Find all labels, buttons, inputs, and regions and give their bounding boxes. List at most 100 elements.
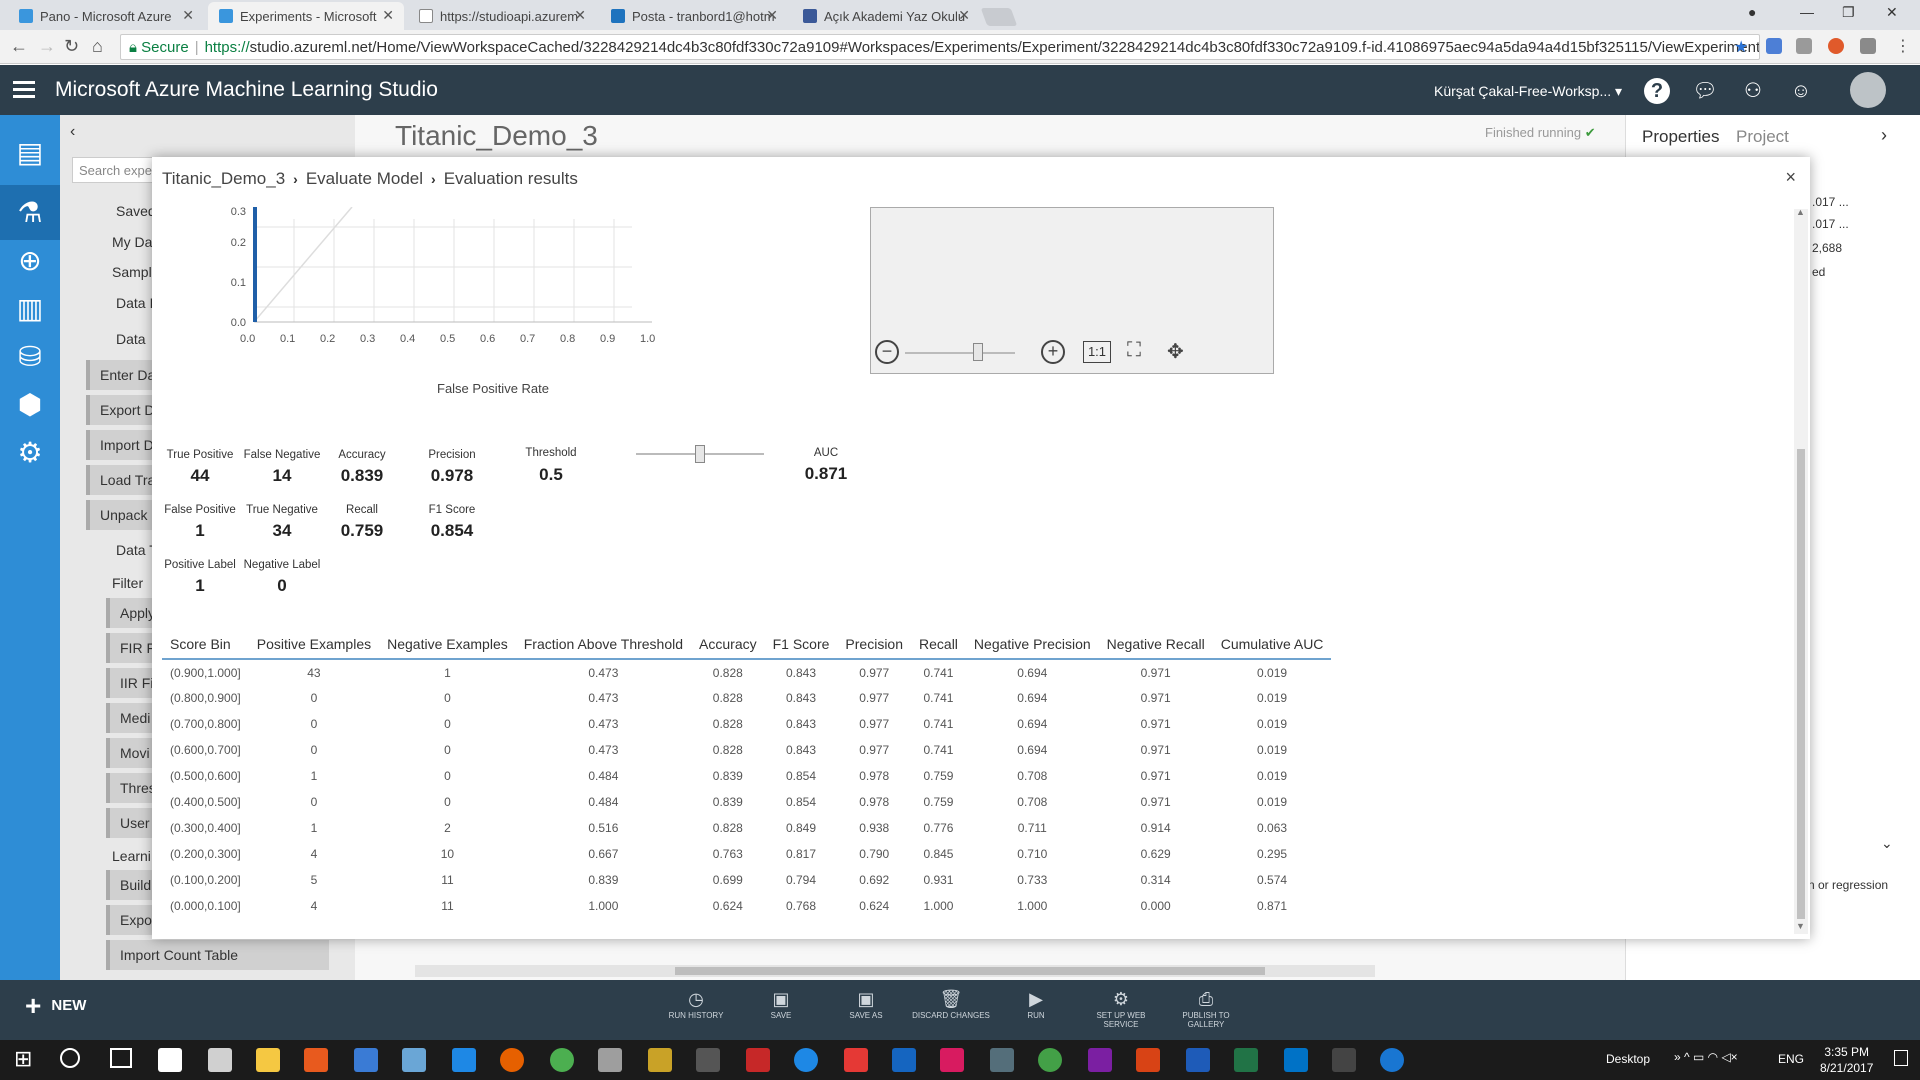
notifications-icon[interactable] — [1894, 1050, 1908, 1066]
browser-tab-pano[interactable]: Pano - Microsoft Azure ✕ — [8, 2, 204, 30]
maximize-icon[interactable]: ❐ — [1842, 4, 1855, 21]
chevron-right-icon[interactable]: › — [1881, 125, 1887, 146]
settings-gear-icon[interactable]: ⚙ — [12, 435, 48, 471]
fit-to-screen-icon[interactable]: ⛶ — [1127, 339, 1141, 362]
extension-icon[interactable] — [1828, 38, 1844, 54]
clock[interactable]: 3:35 PM 8/21/2017 — [1820, 1044, 1873, 1076]
mail-icon[interactable] — [208, 1048, 232, 1072]
zoom-in-icon[interactable]: + — [1041, 340, 1065, 364]
scrollbar-thumb[interactable] — [675, 967, 1265, 975]
window-close-icon[interactable]: ✕ — [1886, 4, 1898, 21]
store-icon[interactable] — [158, 1048, 182, 1072]
run-button[interactable]: ▶ RUN — [996, 990, 1076, 1020]
app-icon[interactable] — [402, 1048, 426, 1072]
hamburger-menu-icon[interactable] — [13, 81, 35, 98]
setup-web-service-button[interactable]: ⚙ SET UP WEB SERVICE — [1081, 990, 1161, 1029]
firefox-icon[interactable] — [500, 1048, 524, 1072]
breadcrumb-module[interactable]: Evaluate Model — [306, 169, 423, 188]
file-explorer-icon[interactable] — [256, 1048, 280, 1072]
palette-item-data-input[interactable]: Data I — [116, 295, 153, 311]
run-history-button[interactable]: ◷ RUN HISTORY — [656, 990, 736, 1020]
extension-icon[interactable] — [1860, 38, 1876, 54]
new-button[interactable]: + NEW — [25, 992, 86, 1020]
menu-dots-icon[interactable]: ⋮ — [1895, 36, 1911, 56]
help-icon[interactable]: ? — [1644, 78, 1670, 104]
breadcrumb-experiment[interactable]: Titanic_Demo_3 — [162, 169, 285, 188]
minimize-icon[interactable]: — — [1800, 4, 1814, 20]
reload-icon[interactable]: ↻ — [64, 36, 79, 57]
datasets-icon[interactable]: ⛁ — [12, 339, 48, 375]
app-icon[interactable] — [1380, 1048, 1404, 1072]
home-icon[interactable]: ⌂ — [92, 36, 103, 57]
bookmark-star-icon[interactable]: ★ — [1734, 37, 1748, 57]
browser-tab-studioapi[interactable]: https://studioapi.azurem ✕ — [408, 2, 596, 30]
language-indicator[interactable]: ENG — [1778, 1052, 1804, 1066]
browser-tab-experiments[interactable]: Experiments - Microsoft ✕ — [208, 2, 404, 30]
outlook-icon[interactable] — [1284, 1048, 1308, 1072]
chrome-icon[interactable] — [550, 1048, 574, 1072]
workspace-selector[interactable]: Kürşat Çakal-Free-Worksp... ▾ — [1434, 83, 1622, 100]
zoom-slider-track[interactable] — [905, 352, 1015, 354]
palette-item-learning[interactable]: Learni — [112, 848, 151, 864]
chat-icon[interactable]: 💬︎ — [1692, 78, 1718, 104]
palette-item-filter[interactable]: Filter — [112, 575, 143, 591]
publish-gallery-button[interactable]: ⎙ PUBLISH TO GALLERY — [1166, 990, 1246, 1029]
tab-close-icon[interactable]: ✕ — [958, 7, 970, 24]
app-icon[interactable] — [892, 1048, 916, 1072]
threshold-slider-handle[interactable] — [695, 445, 705, 463]
teamviewer-icon[interactable] — [794, 1048, 818, 1072]
discard-changes-button[interactable]: 🗑︎ DISCARD CHANGES — [911, 990, 991, 1020]
save-as-button[interactable]: ▣ SAVE AS — [826, 990, 906, 1020]
projects-icon[interactable]: ▤ — [12, 135, 48, 171]
profile-icon[interactable]: ● — [1748, 4, 1756, 20]
browser-tab-posta[interactable]: Posta - tranbord1@hotm ✕ — [600, 2, 788, 30]
close-dialog-button[interactable]: × — [1785, 167, 1796, 188]
tab-close-icon[interactable]: ✕ — [382, 7, 394, 24]
app-icon[interactable] — [940, 1048, 964, 1072]
app-icon[interactable] — [598, 1048, 622, 1072]
task-view-icon[interactable] — [110, 1048, 132, 1068]
edge-icon[interactable] — [452, 1048, 476, 1072]
back-arrow-icon[interactable]: ← — [10, 36, 28, 57]
scroll-down-icon[interactable]: ▼ — [1796, 921, 1805, 931]
forward-arrow-icon[interactable]: → — [38, 36, 56, 57]
tab-properties[interactable]: Properties — [1642, 127, 1719, 147]
excel-icon[interactable] — [1234, 1048, 1258, 1072]
experiments-flask-icon[interactable]: ⚗ — [12, 195, 48, 231]
windows-start-icon[interactable]: ⊞ — [14, 1046, 32, 1072]
tab-project[interactable]: Project — [1736, 127, 1789, 147]
skype-extension-icon[interactable] — [1796, 38, 1812, 54]
palette-item-data[interactable]: Data — [116, 331, 146, 347]
desktop-toolbar-label[interactable]: Desktop — [1606, 1052, 1650, 1066]
powerpoint-icon[interactable] — [1136, 1048, 1160, 1072]
scrollbar-thumb[interactable] — [1797, 449, 1805, 919]
app-icon[interactable] — [1038, 1048, 1062, 1072]
web-services-globe-icon[interactable]: ⊕ — [12, 243, 48, 279]
notebooks-icon[interactable]: ▥ — [12, 291, 48, 327]
app-icon[interactable] — [354, 1048, 378, 1072]
community-icon[interactable]: ⚇ — [1740, 78, 1766, 104]
smiley-icon[interactable]: ☺ — [1788, 78, 1814, 104]
save-button[interactable]: ▣ SAVE — [741, 990, 821, 1020]
dialog-vertical-scrollbar[interactable]: ▲ ▼ — [1794, 207, 1808, 934]
tab-close-icon[interactable]: ✕ — [574, 7, 586, 24]
translate-extension-icon[interactable] — [1766, 38, 1782, 54]
tab-close-icon[interactable]: ✕ — [182, 7, 194, 24]
app-icon[interactable] — [844, 1048, 868, 1072]
acrobat-icon[interactable] — [746, 1048, 770, 1072]
tab-close-icon[interactable]: ✕ — [766, 7, 778, 24]
user-avatar-icon[interactable] — [1850, 72, 1886, 108]
zoom-slider-handle[interactable] — [973, 343, 983, 361]
visual-studio-icon[interactable] — [1088, 1048, 1112, 1072]
url-input[interactable]: 🔒︎ Secure | https://studio.azureml.net/Hom… — [120, 34, 1760, 60]
palette-item-samples[interactable]: Sampl — [112, 264, 152, 280]
palette-item-saved[interactable]: Saved — [116, 203, 156, 219]
app-icon[interactable] — [990, 1048, 1014, 1072]
pan-icon[interactable]: ✥ — [1167, 339, 1184, 364]
app-icon[interactable] — [1332, 1048, 1356, 1072]
trained-models-cube-icon[interactable]: ⬢ — [12, 387, 48, 423]
collapse-palette-icon[interactable]: ‹ — [70, 123, 75, 141]
app-icon[interactable] — [648, 1048, 672, 1072]
canvas-horizontal-scrollbar[interactable] — [415, 965, 1375, 977]
browser-tab-facebook[interactable]: Açık Akademi Yaz Okulu ✕ — [792, 2, 980, 30]
